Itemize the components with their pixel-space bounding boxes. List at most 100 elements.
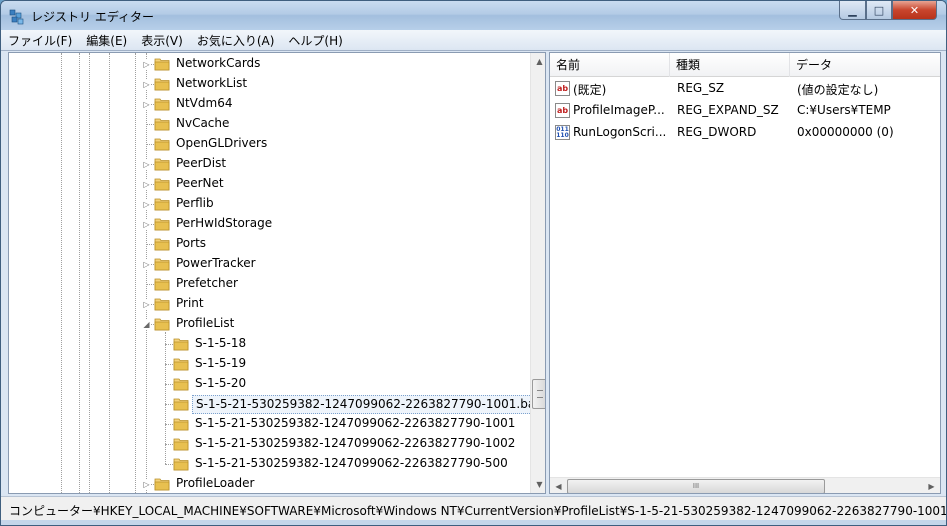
folder-icon bbox=[154, 258, 170, 271]
tree-connector-line bbox=[146, 284, 154, 285]
tree-connector-line bbox=[146, 244, 154, 245]
list-scroll-thumb[interactable]: III bbox=[567, 479, 825, 493]
menu-edit[interactable]: 編集(E) bbox=[86, 32, 127, 49]
list-item[interactable]: ab ProfileImageP... REG_EXPAND_SZ C:¥Users¥… bbox=[550, 100, 940, 122]
folder-icon bbox=[154, 158, 170, 171]
string-value-icon: ab bbox=[555, 81, 570, 96]
tree-item-label: Ports bbox=[176, 236, 207, 250]
tree-item-label: S-1-5-18 bbox=[195, 336, 247, 350]
folder-icon bbox=[173, 458, 189, 471]
tree-item[interactable]: ▷ NetworkList bbox=[9, 74, 529, 94]
key-tree-pane[interactable]: ▷ NetworkCards ▷ NetworkList ▷ NtVdm64 NvCache… bbox=[8, 52, 546, 494]
folder-icon bbox=[173, 438, 189, 451]
scroll-down-arrow-icon[interactable]: ▼ bbox=[531, 476, 545, 493]
status-path: コンピューター¥HKEY_LOCAL_MACHINE¥SOFTWARE¥Micr… bbox=[9, 504, 947, 518]
tree-item[interactable]: ▷ NetworkCards bbox=[9, 54, 529, 74]
tree-item[interactable]: ▷ PeerNet bbox=[9, 174, 529, 194]
expand-arrow-icon[interactable]: ▷ bbox=[142, 480, 151, 489]
tree-item[interactable]: S-1-5-19 bbox=[9, 354, 529, 374]
tree-item[interactable]: ▷ PerHwIdStorage bbox=[9, 214, 529, 234]
tree-item-label: NvCache bbox=[176, 116, 230, 130]
folder-icon bbox=[154, 298, 170, 311]
tree-item[interactable]: ▷ PowerTracker bbox=[9, 254, 529, 274]
expand-arrow-icon[interactable]: ▷ bbox=[142, 220, 151, 229]
column-header-data[interactable]: データ bbox=[790, 53, 940, 77]
folder-icon bbox=[154, 78, 170, 91]
scroll-up-arrow-icon[interactable]: ▲ bbox=[531, 53, 545, 70]
tree-item-label: ProfileList bbox=[176, 316, 235, 330]
tree-item-label: PeerDist bbox=[176, 156, 227, 170]
scroll-left-arrow-icon[interactable]: ◀ bbox=[550, 478, 567, 493]
value-name: RunLogonScri... bbox=[573, 125, 667, 139]
tree-item[interactable]: Ports bbox=[9, 234, 529, 254]
value-name: ProfileImageP... bbox=[573, 103, 665, 117]
tree-item[interactable]: S-1-5-20 bbox=[9, 374, 529, 394]
menu-view[interactable]: 表示(V) bbox=[141, 32, 183, 49]
tree-item[interactable]: ▷ PeerDist bbox=[9, 154, 529, 174]
tree-item-label: Perflib bbox=[176, 196, 214, 210]
tree-vertical-scrollbar[interactable]: ▲ ▼ bbox=[530, 53, 545, 493]
tree-item-label: S-1-5-21-530259382-1247099062-2263827790… bbox=[195, 416, 516, 430]
tree-item[interactable]: ▷ Perflib bbox=[9, 194, 529, 214]
value-list-pane[interactable]: 名前 種類 データ ab (既定) REG_SZ (値の設定なし) ab ProfileI… bbox=[549, 52, 941, 494]
scroll-right-arrow-icon[interactable]: ▶ bbox=[923, 478, 940, 493]
tree-connector-line bbox=[165, 344, 173, 345]
tree-item-label: S-1-5-20 bbox=[195, 376, 247, 390]
registry-editor-window: レジストリ エディター ▁ □ ✕ ファイル(F) 編集(E) 表示(V) お気… bbox=[0, 0, 947, 526]
tree-item-label: OpenGLDrivers bbox=[176, 136, 268, 150]
value-type: REG_EXPAND_SZ bbox=[677, 103, 779, 117]
tree-connector-line bbox=[165, 444, 173, 445]
tree-item[interactable]: NvCache bbox=[9, 114, 529, 134]
tree-connector-line bbox=[165, 364, 173, 365]
tree-item[interactable]: S-1-5-18 bbox=[9, 334, 529, 354]
tree-item[interactable]: S-1-5-21-530259382-1247099062-2263827790… bbox=[9, 394, 545, 414]
tree-item[interactable]: S-1-5-21-530259382-1247099062-2263827790… bbox=[9, 414, 529, 434]
tree-item[interactable]: ▷ Print bbox=[9, 294, 529, 314]
tree-item-label: ProfileLoader bbox=[176, 476, 255, 490]
value-name: (既定) bbox=[573, 83, 607, 97]
expand-arrow-icon[interactable]: ▷ bbox=[142, 60, 151, 69]
menu-favorites[interactable]: お気に入り(A) bbox=[197, 32, 275, 49]
tree-item[interactable]: ▷ NtVdm64 bbox=[9, 94, 529, 114]
expand-arrow-icon[interactable]: ▷ bbox=[142, 80, 151, 89]
tree-item[interactable]: Prefetcher bbox=[9, 274, 529, 294]
expand-arrow-icon[interactable]: ▷ bbox=[142, 300, 151, 309]
expand-arrow-icon[interactable]: ▷ bbox=[142, 180, 151, 189]
tree-item[interactable]: OpenGLDrivers bbox=[9, 134, 529, 154]
menu-help[interactable]: ヘルプ(H) bbox=[288, 32, 342, 49]
folder-icon bbox=[173, 338, 189, 351]
tree-item[interactable]: ◢ ProfileList bbox=[9, 314, 529, 334]
value-data: 0x00000000 (0) bbox=[797, 125, 894, 139]
folder-icon bbox=[154, 58, 170, 71]
list-header: 名前 種類 データ bbox=[550, 53, 940, 77]
column-header-name[interactable]: 名前 bbox=[550, 53, 670, 77]
binary-value-icon: 011 110 bbox=[555, 125, 570, 140]
list-item[interactable]: 011 110 RunLogonScri... REG_DWORD 0x0000000… bbox=[550, 122, 940, 144]
list-horizontal-scrollbar[interactable]: ◀ III ▶ bbox=[550, 477, 940, 493]
menu-file[interactable]: ファイル(F) bbox=[8, 32, 72, 49]
tree-scroll-thumb[interactable] bbox=[532, 379, 545, 409]
maximize-button[interactable]: □ bbox=[866, 1, 892, 20]
tree-item-label-selected: S-1-5-21-530259382-1247099062-2263827790… bbox=[192, 395, 545, 414]
title-bar[interactable]: レジストリ エディター ▁ □ ✕ bbox=[1, 1, 946, 30]
expand-arrow-icon[interactable]: ▷ bbox=[142, 100, 151, 109]
tree-item-label: S-1-5-21-530259382-1247099062-2263827790… bbox=[195, 436, 516, 450]
expand-arrow-icon[interactable]: ▷ bbox=[142, 260, 151, 269]
tree-connector-line bbox=[165, 404, 173, 405]
folder-icon bbox=[154, 278, 170, 291]
column-header-type[interactable]: 種類 bbox=[670, 53, 790, 77]
list-item[interactable]: ab (既定) REG_SZ (値の設定なし) bbox=[550, 78, 940, 100]
tree-item[interactable]: S-1-5-21-530259382-1247099062-2263827790… bbox=[9, 454, 529, 474]
folder-icon bbox=[173, 378, 189, 391]
folder-icon bbox=[154, 478, 170, 491]
tree-item-label: NtVdm64 bbox=[176, 96, 233, 110]
expand-arrow-icon[interactable]: ▷ bbox=[142, 160, 151, 169]
folder-icon bbox=[154, 98, 170, 111]
expand-arrow-icon[interactable]: ▷ bbox=[142, 200, 151, 209]
close-button[interactable]: ✕ bbox=[892, 1, 937, 20]
tree-item[interactable]: ▷ ProfileLoader bbox=[9, 474, 529, 493]
minimize-button[interactable]: ▁ bbox=[839, 1, 866, 20]
tree-item-label: Prefetcher bbox=[176, 276, 238, 290]
collapse-arrow-icon[interactable]: ◢ bbox=[142, 320, 151, 329]
tree-item[interactable]: S-1-5-21-530259382-1247099062-2263827790… bbox=[9, 434, 529, 454]
